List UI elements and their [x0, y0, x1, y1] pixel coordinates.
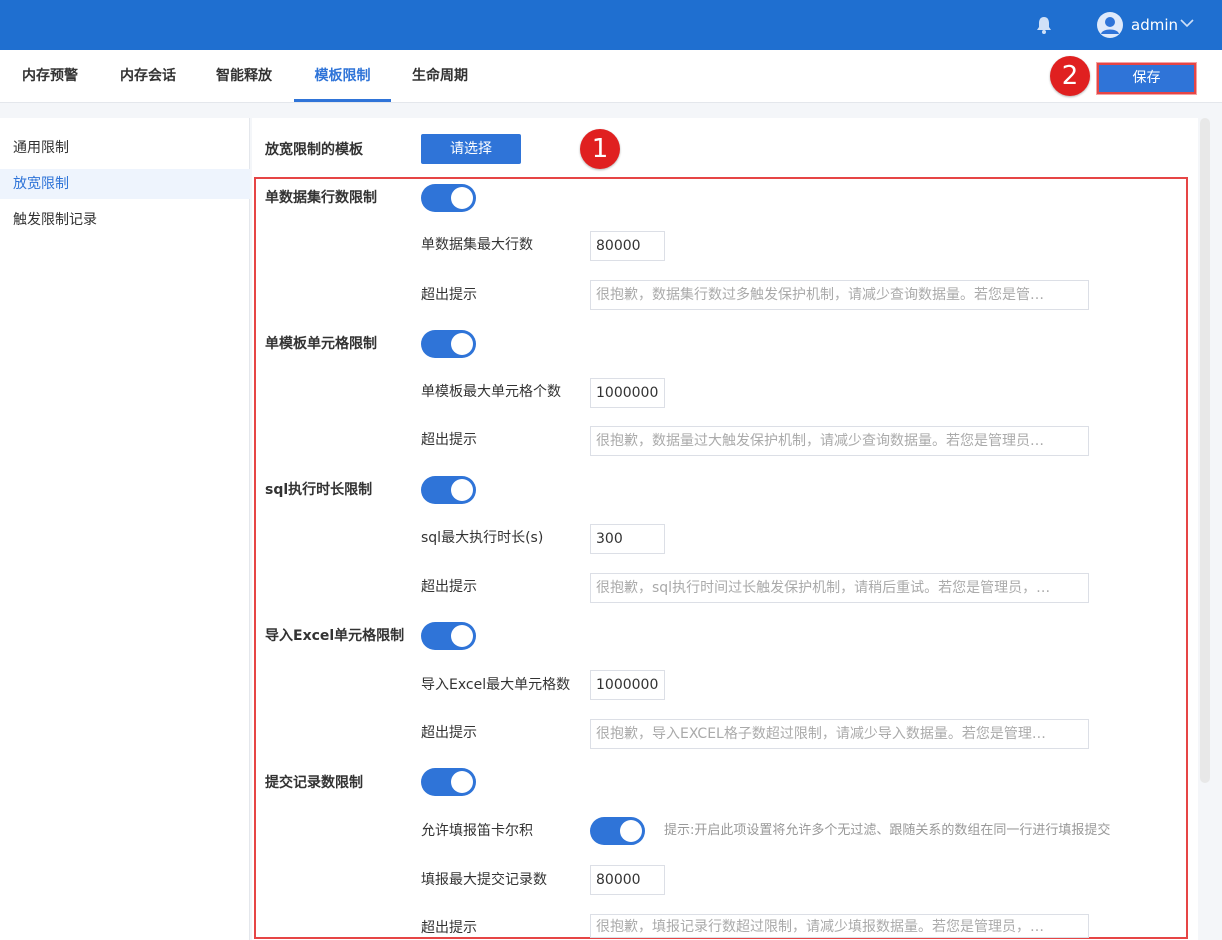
sql-tip-input[interactable]: 很抱歉，sql执行时间过长触发保护机制，请稍后重试。若您是管理员，… — [590, 573, 1089, 603]
excel-limit-title: 导入Excel单元格限制 — [265, 628, 405, 644]
choose-template-button[interactable]: 请选择 — [421, 134, 521, 164]
cells-limit-title: 单模板单元格限制 — [265, 336, 377, 352]
toggle-knob — [451, 479, 473, 501]
submit-max-records-input[interactable]: 80000 — [590, 865, 665, 895]
submit-limit-toggle[interactable] — [421, 768, 476, 796]
toggle-knob — [620, 820, 642, 842]
dataset-max-rows-label: 单数据集最大行数 — [421, 237, 533, 253]
toggle-knob — [451, 625, 473, 647]
cartesian-hint: 提示:开启此项设置将允许多个无过滤、跟随关系的数组在同一行进行填报提交 — [664, 823, 1111, 838]
annotation-marker-2: 2 — [1050, 56, 1090, 96]
toggle-knob — [451, 333, 473, 355]
user-icon — [1101, 17, 1119, 34]
cartesian-label: 允许填报笛卡尔积 — [421, 823, 533, 839]
dataset-limit-title: 单数据集行数限制 — [265, 190, 377, 206]
cells-limit-toggle[interactable] — [421, 330, 476, 358]
annotation-marker-1: 1 — [580, 129, 620, 169]
tab-smart-release[interactable]: 智能释放 — [200, 50, 288, 102]
tab-memory-session[interactable]: 内存会话 — [104, 50, 192, 102]
dataset-max-rows-input[interactable]: 80000 — [590, 231, 665, 261]
sidebar: 通用限制 放宽限制 触发限制记录 — [0, 118, 250, 940]
chevron-down-icon[interactable] — [1180, 18, 1194, 28]
save-button[interactable]: 保存 — [1096, 62, 1197, 95]
cells-tip-label: 超出提示 — [421, 432, 477, 448]
username[interactable]: admin — [1131, 16, 1178, 34]
excel-tip-input[interactable]: 很抱歉，导入EXCEL格子数超过限制，请减少导入数据量。若您是管理… — [590, 719, 1089, 749]
toggle-knob — [451, 187, 473, 209]
scrollbar[interactable] — [1200, 118, 1210, 783]
cells-tip-input[interactable]: 很抱歉，数据量过大触发保护机制，请减少查询数据量。若您是管理员… — [590, 426, 1089, 456]
tab-lifecycle[interactable]: 生命周期 — [396, 50, 484, 102]
tab-bar: 内存预警 内存会话 智能释放 模板限制 生命周期 — [0, 50, 1222, 103]
sidebar-item-general-limit[interactable]: 通用限制 — [0, 133, 250, 163]
dataset-tip-label: 超出提示 — [421, 287, 477, 303]
sql-limit-title: sql执行时长限制 — [265, 482, 373, 498]
relax-template-label: 放宽限制的模板 — [265, 142, 363, 158]
sidebar-item-relax-limit[interactable]: 放宽限制 — [0, 169, 250, 199]
toggle-knob — [451, 771, 473, 793]
tab-memory-warning[interactable]: 内存预警 — [6, 50, 94, 102]
excel-tip-label: 超出提示 — [421, 725, 477, 741]
cells-max-input[interactable]: 1000000 — [590, 378, 665, 408]
sql-max-time-input[interactable]: 300 — [590, 524, 665, 554]
dataset-tip-input[interactable]: 很抱歉，数据集行数过多触发保护机制，请减少查询数据量。若您是管… — [590, 280, 1089, 310]
tab-template-limit[interactable]: 模板限制 — [294, 50, 391, 102]
sql-tip-label: 超出提示 — [421, 579, 477, 595]
sql-limit-toggle[interactable] — [421, 476, 476, 504]
top-bar: admin — [0, 0, 1222, 50]
dataset-limit-toggle[interactable] — [421, 184, 476, 212]
cartesian-toggle[interactable] — [590, 817, 645, 845]
excel-max-cells-input[interactable]: 1000000 — [590, 670, 665, 700]
excel-max-cells-label: 导入Excel最大单元格数 — [421, 677, 571, 693]
bell-icon[interactable] — [1036, 16, 1052, 34]
submit-limit-title: 提交记录数限制 — [265, 775, 363, 791]
sql-max-time-label: sql最大执行时长(s) — [421, 530, 544, 546]
sidebar-item-trigger-records[interactable]: 触发限制记录 — [0, 205, 250, 235]
avatar[interactable] — [1097, 12, 1123, 38]
submit-tip-label: 超出提示 — [421, 920, 477, 936]
submit-max-records-label: 填报最大提交记录数 — [421, 872, 547, 888]
excel-limit-toggle[interactable] — [421, 622, 476, 650]
submit-tip-input[interactable]: 很抱歉，填报记录行数超过限制，请减少填报数据量。若您是管理员，… — [590, 914, 1089, 938]
cells-max-label: 单模板最大单元格个数 — [421, 384, 561, 400]
